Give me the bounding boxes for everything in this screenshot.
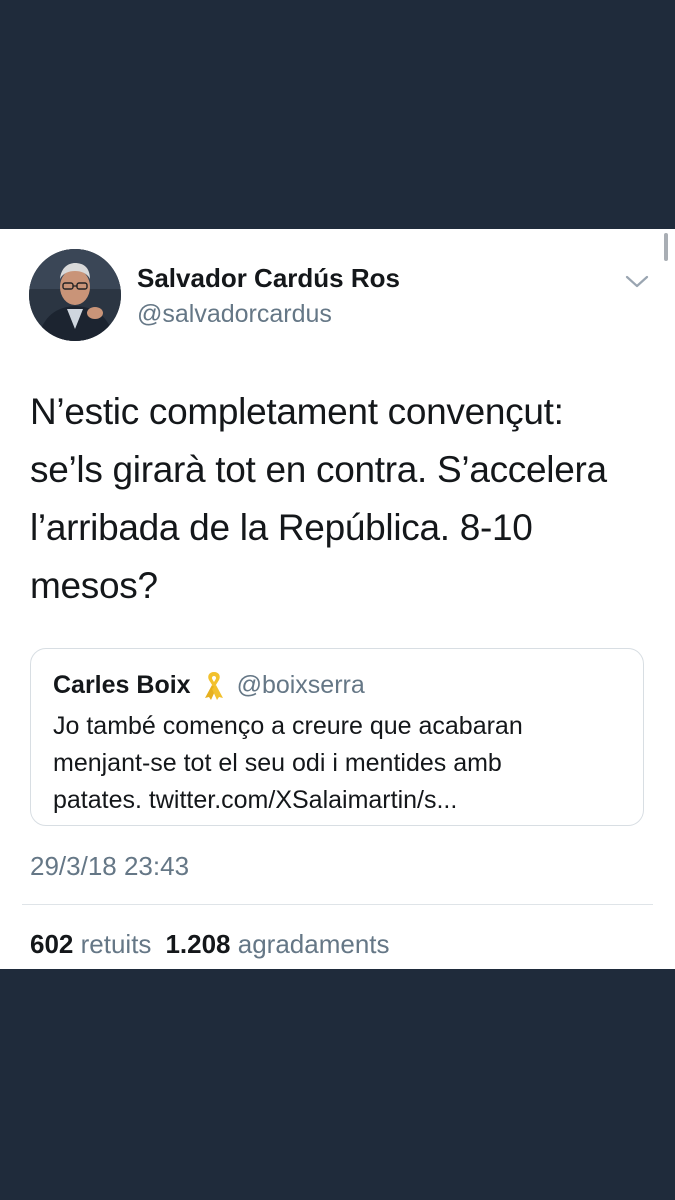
tweet-author[interactable]: Salvador Cardús Ros @salvadorcardus [137,263,400,329]
quoted-text-line: patates. twitter.com/XSalaimartin/s... [53,786,458,814]
yellow-ribbon-icon [201,669,227,701]
likes-count: 1.208 [165,929,231,959]
tweet-card: Salvador Cardús Ros @salvadorcardus N’es… [0,229,675,969]
tweet-text-line: l’arribada de la República. 8-10 [30,507,533,548]
quoted-author-name: Carles Boix [53,671,191,699]
retweets-stat[interactable]: 602 retuits [30,929,151,959]
quoted-tweet[interactable]: Carles Boix @boixserra Jo també començo … [30,648,644,826]
quoted-author-handle: @boixserra [236,671,365,699]
likes-label: agradaments [237,929,390,959]
retweets-count: 602 [30,929,74,959]
likes-stat[interactable]: 1.208 agradaments [165,929,389,959]
tweet-text-line: mesos? [30,565,158,606]
tweet-text-line: se’ls girarà tot en contra. S’accelera [30,449,607,490]
author-name[interactable]: Salvador Cardús Ros [137,263,400,293]
author-handle[interactable]: @salvadorcardus [137,299,400,329]
quoted-text-line: Jo també començo a creure que acabaran [53,712,523,740]
tweet-text-line: N’estic completament convençut: [30,391,564,432]
tweet-text: N’estic completament convençut: se’ls gi… [30,383,640,615]
quoted-tweet-text: Jo també començo a creure que acabaran m… [53,708,633,819]
quoted-text-line: menjant-se tot el seu odi i mentides amb [53,749,502,777]
tweet-timestamp[interactable]: 29/3/18 23:43 [30,851,189,881]
retweets-label: retuits [80,929,152,959]
avatar-photo [29,249,121,341]
chevron-down-icon[interactable] [624,273,650,291]
quoted-tweet-header: Carles Boix @boixserra [53,669,365,701]
tweet-stats: 602 retuits 1.208 agradaments [30,929,390,959]
scrollbar[interactable] [664,233,668,261]
avatar[interactable] [29,249,121,341]
divider [22,904,653,905]
